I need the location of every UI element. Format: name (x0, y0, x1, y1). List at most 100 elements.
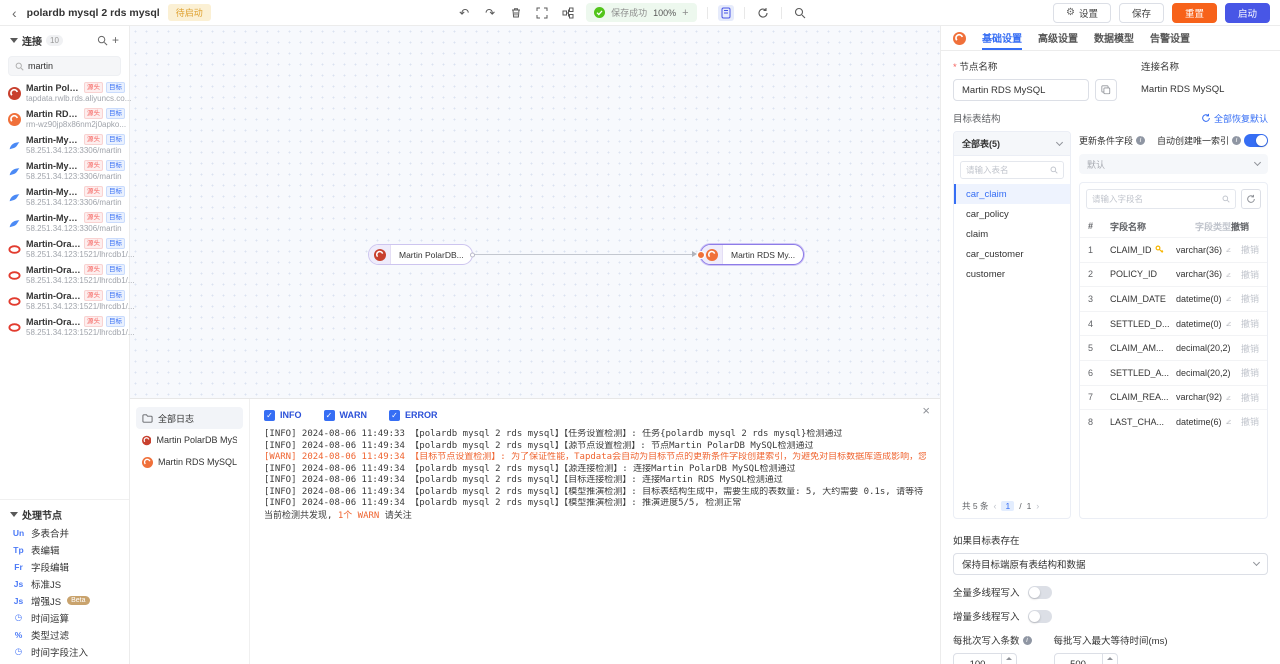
log-level-checkbox[interactable]: WARN (324, 410, 368, 421)
table-list-item[interactable]: car_policy (954, 204, 1070, 224)
delete-icon[interactable] (508, 5, 524, 21)
processor-item[interactable]: ◷ 时间运算 (0, 609, 129, 626)
incr-thread-toggle[interactable] (1028, 610, 1052, 623)
table-search-input[interactable]: 请输入表名 (960, 161, 1064, 179)
settings-button[interactable]: ⚙ 设置 (1053, 3, 1111, 23)
undo-field-button[interactable]: 撤销 (1231, 268, 1259, 281)
table-list-item[interactable]: car_customer (954, 244, 1070, 264)
table-list-item[interactable]: customer (954, 264, 1070, 284)
connection-item[interactable]: Martin PolarDB ... 源头 目标 tapdata.rwlb.rd… (0, 80, 129, 106)
exists-select[interactable]: 保持目标端原有表结构和数据 (953, 553, 1268, 575)
undo-field-button[interactable]: 撤销 (1231, 415, 1259, 428)
refresh-icon[interactable] (755, 5, 771, 21)
processor-icon: Js (12, 596, 25, 606)
undo-field-button[interactable]: 撤销 (1231, 366, 1259, 379)
undo-icon[interactable]: ↶ (456, 5, 472, 21)
full-thread-label: 全量多线程写入 (953, 585, 1020, 599)
connection-item[interactable]: Martin-MySQL - ... 源头 目标 58.251.34.123:3… (0, 210, 129, 236)
connection-item[interactable]: Martin-MySQL 源头 目标 58.251.34.123:3306/ma… (0, 132, 129, 158)
log-filter-node-polardb[interactable]: Martin PolarDB MySQL (136, 429, 243, 451)
settings-tab[interactable]: 数据模型 (1094, 26, 1134, 50)
edge-line (452, 254, 694, 255)
target-node[interactable]: Martin RDS My... (700, 244, 804, 265)
close-icon[interactable]: × (922, 403, 930, 418)
connection-item[interactable]: Martin-Oracle - ... 源头 目标 58.251.34.123:… (0, 314, 129, 340)
connection-list: Martin PolarDB ... 源头 目标 tapdata.rwlb.rd… (0, 80, 129, 340)
add-connection-icon[interactable]: + (112, 33, 119, 47)
log-level-checkbox[interactable]: INFO (264, 410, 302, 421)
restore-all-link[interactable]: 全部恢复默认 (1201, 112, 1268, 125)
database-icon (8, 139, 21, 152)
auto-index-toggle[interactable] (1244, 134, 1268, 147)
table-list-item[interactable]: car_claim (954, 184, 1070, 204)
auto-layout-icon[interactable] (560, 5, 576, 21)
pipeline-canvas[interactable]: Martin PolarDB... Martin RDS My... (130, 26, 940, 398)
output-port[interactable] (470, 252, 475, 257)
processor-item[interactable]: Un 多表合并 (0, 524, 129, 541)
connection-search-icon[interactable] (97, 35, 108, 46)
zoom-fit-icon[interactable] (534, 5, 550, 21)
connection-item[interactable]: Martin RDS MyS... 源头 目标 rm-wz90jp8x86nm2… (0, 106, 129, 132)
log-filter-all[interactable]: 全部日志 (136, 407, 243, 429)
log-level-checkbox[interactable]: ERROR (389, 410, 438, 421)
connection-item[interactable]: Martin-MySQL - ... 源头 目标 58.251.34.123:3… (0, 158, 129, 184)
processor-icon: Un (12, 528, 25, 538)
processor-item[interactable]: ◷ 时间字段注入 (0, 643, 129, 660)
database-icon (8, 321, 21, 334)
search-icon[interactable] (792, 5, 808, 21)
undo-field-button[interactable]: 撤销 (1231, 391, 1259, 404)
start-button[interactable]: 启动 (1225, 3, 1270, 23)
table-list-item[interactable]: claim (954, 224, 1070, 244)
connection-item[interactable]: Martin-Oracle 源头 目标 58.251.34.123:1521/l… (0, 236, 129, 262)
settings-tab[interactable]: 告警设置 (1150, 26, 1190, 50)
next-page-icon[interactable]: › (1036, 501, 1039, 511)
target-badge: 目标 (106, 212, 125, 223)
log-filter-node-rds[interactable]: Martin RDS MySQL (136, 451, 243, 473)
refresh-fields-button[interactable] (1241, 189, 1261, 209)
input-port[interactable] (697, 251, 705, 259)
settings-tab[interactable]: 基础设置 (982, 26, 1022, 50)
update-condition-select[interactable]: 默认 (1079, 154, 1268, 174)
copy-button[interactable] (1095, 79, 1117, 101)
source-node[interactable]: Martin PolarDB... (368, 244, 473, 265)
reset-button[interactable]: 重置 (1172, 3, 1217, 23)
processor-list: Un 多表合并 Tp 表编辑 Fr 字段编辑 Js 标准JS Js (0, 524, 129, 660)
source-badge: 源头 (84, 264, 103, 275)
node-name-input[interactable]: Martin RDS MySQL (953, 79, 1089, 101)
field-search-input[interactable]: 请输入字段名 (1086, 189, 1236, 209)
field-rows: 1 CLAIM_ID varchar(36) (1080, 237, 1267, 434)
save-button[interactable]: 保存 (1119, 3, 1164, 23)
batch-wait-input[interactable]: 500 (1054, 653, 1118, 664)
processor-item[interactable]: Fr 字段编辑 (0, 558, 129, 575)
log-panel-toggle-icon[interactable] (718, 5, 734, 21)
processor-item[interactable]: Tp 表编辑 (0, 541, 129, 558)
tables-dropdown[interactable]: 全部表(5) (954, 132, 1070, 156)
processor-item[interactable]: Js 标准JS (0, 575, 129, 592)
prev-page-icon[interactable]: ‹ (993, 501, 996, 511)
undo-field-button[interactable]: 撤销 (1231, 243, 1259, 256)
connection-item[interactable]: Martin-Oracle - ... 源头 目标 58.251.34.123:… (0, 262, 129, 288)
current-page[interactable]: 1 (1001, 501, 1014, 511)
increment-icon[interactable] (1103, 654, 1117, 664)
field-row: 1 CLAIM_ID varchar(36) (1080, 237, 1267, 262)
full-thread-toggle[interactable] (1028, 586, 1052, 599)
processor-item[interactable]: % 类型过滤 (0, 626, 129, 643)
connection-item[interactable]: Martin-MySQL - ... 源头 目标 58.251.34.123:3… (0, 184, 129, 210)
settings-tab[interactable]: 高级设置 (1038, 26, 1078, 50)
connection-search-input[interactable]: martin (8, 56, 121, 76)
log-panel: × 全部日志 Martin PolarDB MySQL Martin RDS M… (130, 398, 940, 664)
processor-icon: Fr (12, 562, 25, 572)
processor-item[interactable]: Js 增强JS Beta (0, 592, 129, 609)
increment-icon[interactable] (1002, 654, 1016, 664)
undo-field-button[interactable]: 撤销 (1231, 317, 1259, 330)
collapse-caret-icon[interactable] (10, 38, 18, 43)
collapse-caret-icon[interactable] (10, 512, 18, 517)
batch-size-input[interactable]: 100 (953, 653, 1017, 664)
zoom-in-icon[interactable]: + (682, 7, 688, 19)
undo-field-button[interactable]: 撤销 (1231, 292, 1259, 305)
undo-field-button[interactable]: 撤销 (1231, 342, 1259, 355)
redo-icon[interactable]: ↷ (482, 5, 498, 21)
connection-host: 58.251.34.123:1521/lhrcdb1/... (26, 250, 135, 259)
back-icon[interactable]: ‹ (10, 6, 19, 20)
connection-item[interactable]: Martin-Oracle - ... 源头 目标 58.251.34.123:… (0, 288, 129, 314)
